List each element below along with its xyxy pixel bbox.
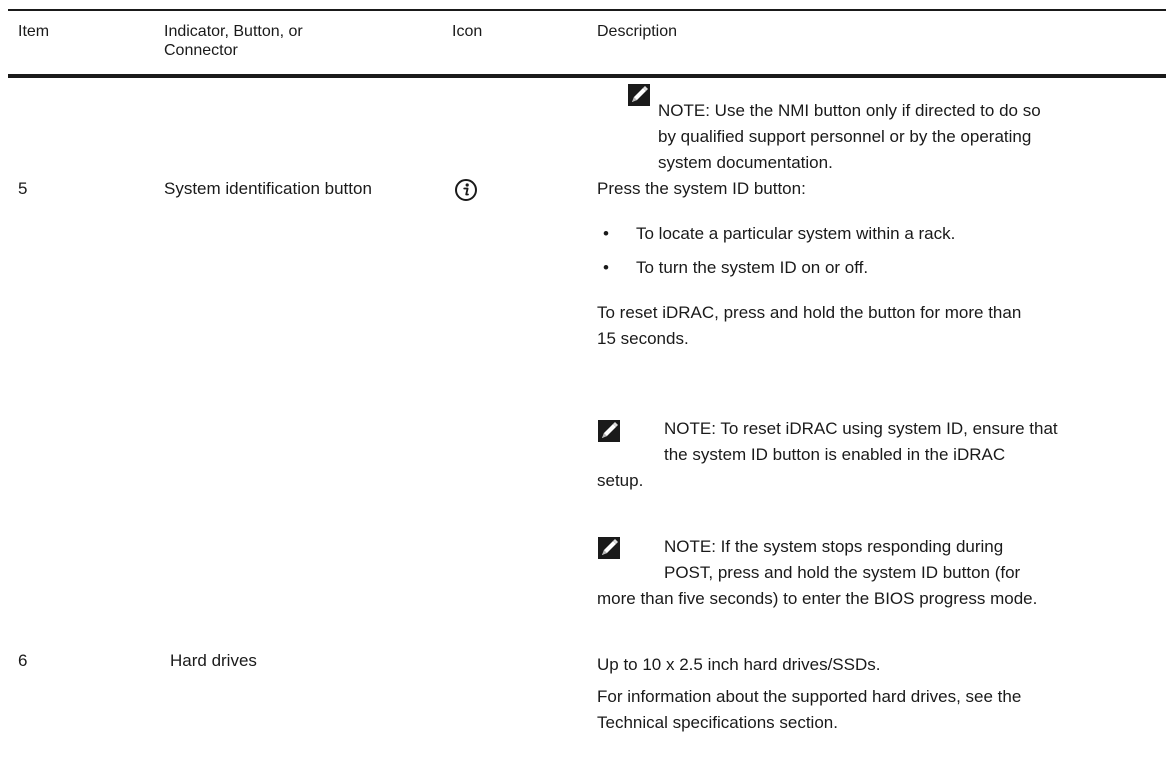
bullet-marker: • (603, 224, 609, 243)
nmi-note-line1: NOTE: Use the NMI button only if directe… (658, 101, 1041, 120)
header-description: Description (597, 23, 678, 40)
row5-note2-line1: NOTE: If the system stops responding dur… (664, 537, 1004, 556)
row5-intro: Press the system ID button: (597, 179, 806, 198)
nmi-note-line3: system documentation. (658, 153, 833, 172)
row5-note1-line3: setup. (597, 471, 644, 490)
note-pencil-icon (598, 537, 620, 559)
row6-item-number: 6 (18, 651, 28, 670)
row5-bullet-1: To locate a particular system within a r… (636, 224, 956, 243)
nmi-note-line2: by qualified support personnel or by the… (658, 127, 1032, 146)
note-pencil-icon (628, 84, 650, 106)
note-pencil-icon (598, 420, 620, 442)
header-indicator-line2: Connector (164, 42, 238, 59)
document-page: Item Indicator, Button, or Connector Ico… (0, 0, 1166, 768)
row5-reset-line1: To reset iDRAC, press and hold the butto… (597, 303, 1022, 322)
system-id-info-icon (455, 179, 477, 201)
row5-item-number: 5 (18, 179, 28, 198)
header-indicator-line1: Indicator, Button, or (164, 23, 303, 40)
row5-bullet-2: To turn the system ID on or off. (636, 258, 869, 277)
row6-desc-line1: Up to 10 x 2.5 inch hard drives/SSDs. (597, 655, 881, 674)
row5-name: System identification button (164, 179, 372, 198)
row5-note1-line2: the system ID button is enabled in the i… (664, 445, 1006, 464)
header-icon: Icon (452, 23, 483, 40)
row6-desc-line3: Technical specifications section. (597, 713, 838, 732)
row6-desc-line2: For information about the supported hard… (597, 687, 1022, 706)
row5-note2-line2: POST, press and hold the system ID butto… (664, 563, 1021, 582)
header-item: Item (18, 23, 50, 40)
bullet-marker: • (603, 258, 609, 277)
table-header-rule (8, 74, 1166, 78)
row5-note2-line3: more than five seconds) to enter the BIO… (597, 589, 1038, 608)
table-top-rule (8, 9, 1166, 11)
row5-note1-line1: NOTE: To reset iDRAC using system ID, en… (664, 419, 1058, 438)
row6-name: Hard drives (170, 651, 257, 670)
row5-reset-line2: 15 seconds. (597, 329, 689, 348)
